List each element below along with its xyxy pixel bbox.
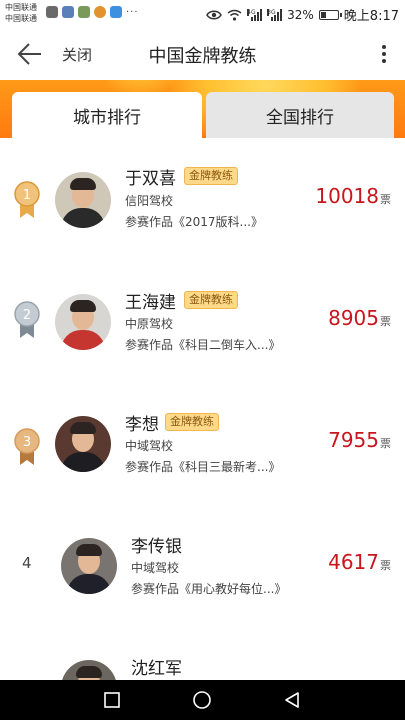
tab-city-ranking[interactable]: 城市排行 <box>12 92 202 138</box>
eye-icon <box>206 10 223 19</box>
ranking-banner: 城市排行 全国排行 <box>0 80 405 138</box>
gold-coach-badge: 金牌教练 <box>184 167 238 185</box>
nav-recents-button[interactable] <box>82 680 142 720</box>
list-item[interactable]: 2 王海建 金牌教练 中原驾校 参赛作品《科目二倒车入...》 8905 票 <box>0 258 405 378</box>
avatar <box>55 172 111 228</box>
carrier-label-2: 中国联通 <box>5 14 37 23</box>
app-icon <box>110 6 122 18</box>
svg-text:3: 3 <box>23 435 31 450</box>
rank-number: 4 <box>22 554 32 572</box>
avatar <box>61 660 117 680</box>
more-vertical-icon[interactable] <box>379 40 389 68</box>
vote-count: 4617 票 <box>328 550 391 574</box>
list-item[interactable]: 3 李想 金牌教练 中域驾校 参赛作品《科目三最新考...》 7955 票 <box>0 378 405 498</box>
status-bar: 中国联通 中国联通 ··· 4G 3G 32% 晚上8:17 <box>0 0 405 28</box>
coach-name: 沈红军 <box>131 659 182 679</box>
entry-title: 参赛作品《科目二倒车入...》 <box>125 338 281 352</box>
gold-coach-badge: 金牌教练 <box>184 291 238 309</box>
status-right: 4G 3G 32% 晚上8:17 <box>206 5 399 24</box>
avatar <box>61 538 117 594</box>
clock: 晚上8:17 <box>343 9 399 24</box>
battery-percent: 32% <box>287 7 314 22</box>
vote-count: 7955 票 <box>328 428 391 452</box>
carrier-label-1: 中国联通 <box>5 3 37 12</box>
vote-count: 10018 票 <box>315 184 391 208</box>
coach-name: 王海建 <box>125 293 176 313</box>
tab-national-ranking[interactable]: 全国排行 <box>206 92 394 138</box>
gold-medal-icon: 1 <box>14 181 40 218</box>
svg-text:1: 1 <box>23 188 31 203</box>
coach-name: 于双喜 <box>125 169 176 189</box>
signal-icon: 4G <box>247 8 263 21</box>
list-item[interactable]: 1 于双喜 金牌教练 信阳驾校 参赛作品《2017版科...》 10018 票 <box>0 138 405 258</box>
battery-icon <box>318 9 342 20</box>
driving-school: 中原驾校 <box>125 317 174 331</box>
wifi-icon <box>227 9 242 21</box>
coach-name: 李传银 <box>131 537 182 557</box>
vote-count: 8905 票 <box>328 306 391 330</box>
driving-school: 中域驾校 <box>125 439 174 453</box>
nav-home-button[interactable] <box>172 680 232 720</box>
nav-back-icon <box>285 692 299 708</box>
page-title: 中国金牌教练 <box>148 46 257 67</box>
avatar <box>55 294 111 350</box>
nav-home-icon <box>193 691 211 709</box>
entry-title: 参赛作品《用心教好每位...》 <box>131 582 287 596</box>
notification-icons: ··· <box>46 6 139 18</box>
app-icon <box>78 6 90 18</box>
entry-title: 参赛作品《科目三最新考...》 <box>125 460 281 474</box>
app-icon <box>62 6 74 18</box>
silver-medal-icon: 2 <box>14 301 40 338</box>
gold-coach-badge: 金牌教练 <box>165 413 219 431</box>
svg-text:2: 2 <box>23 308 31 323</box>
list-item[interactable]: 4 李传银 中域驾校 参赛作品《用心教好每位...》 4617 票 <box>0 498 405 618</box>
bronze-medal-icon: 3 <box>14 428 40 465</box>
nav-back-button[interactable] <box>262 680 322 720</box>
list-item[interactable]: 沈红军 <box>0 618 405 680</box>
driving-school: 信阳驾校 <box>125 194 174 208</box>
wechat-icon <box>46 6 58 18</box>
more-notifications-icon: ··· <box>126 6 139 18</box>
system-nav-bar <box>0 680 405 720</box>
entry-title: 参赛作品《2017版科...》 <box>125 215 263 229</box>
coach-name: 李想 <box>125 415 159 435</box>
driving-school: 中域驾校 <box>131 561 180 575</box>
app-bar: 关闭 中国金牌教练 <box>0 28 405 80</box>
avatar <box>55 416 111 472</box>
weibo-icon <box>94 6 106 18</box>
signal-icon: 3G <box>267 8 283 21</box>
nav-recents-icon <box>104 692 120 708</box>
